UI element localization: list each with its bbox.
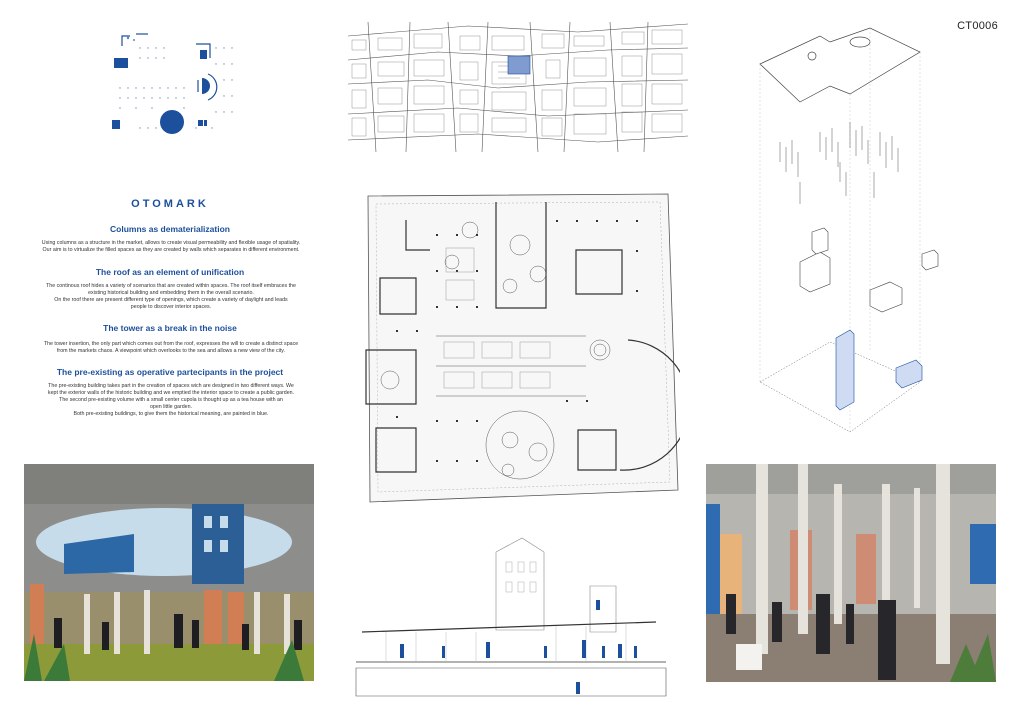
exploded-axonometry [740, 22, 940, 452]
section-heading: The tower as a break in the noise [103, 323, 237, 333]
render-interior [706, 464, 996, 682]
text-block: Columns as dematerialization Using colum… [0, 0, 340, 460]
render-courtyard [24, 464, 314, 681]
section-heading: The pre-existing as operative partecipan… [56, 367, 284, 377]
section-drawing [346, 522, 680, 698]
section-heading: Columns as dematerialization [110, 224, 230, 234]
section-heading: The roof as an element of unification [95, 267, 245, 277]
site-plan [348, 22, 688, 152]
section-text: Using columns as a structure in the mark… [41, 240, 301, 253]
project-code: CT0006 [957, 20, 998, 32]
section-text: The tower insertion, the only part which… [43, 341, 299, 354]
floor-plan [360, 190, 680, 510]
section-text: The pre-existing building takes part in … [47, 383, 295, 417]
section-text: The continous roof hides a variety of sc… [46, 283, 296, 310]
